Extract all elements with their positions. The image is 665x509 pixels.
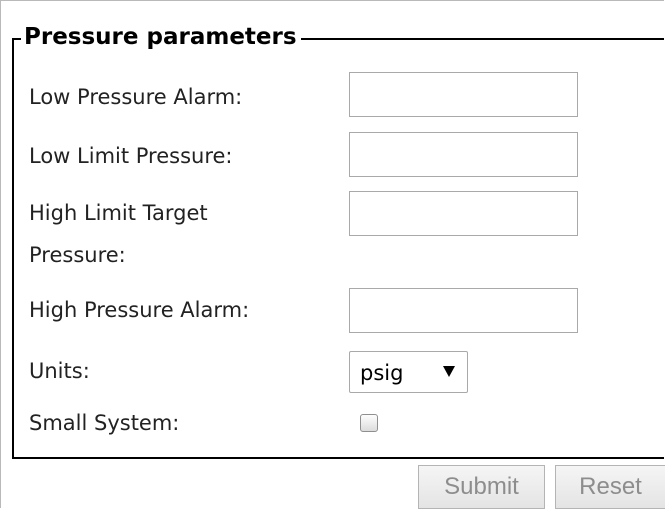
high-limit-target-pressure-label-line2: Pressure:	[29, 243, 126, 267]
units-selected-value: psig	[360, 361, 404, 385]
high-pressure-alarm-input[interactable]	[349, 288, 578, 333]
high-limit-target-pressure-input[interactable]	[349, 191, 578, 236]
low-pressure-alarm-label: Low Pressure Alarm:	[29, 85, 243, 109]
small-system-label: Small System:	[29, 411, 180, 435]
high-limit-target-pressure-label-line1: High Limit Target	[29, 201, 208, 225]
units-label: Units:	[29, 359, 90, 383]
low-limit-pressure-label: Low Limit Pressure:	[29, 144, 233, 168]
small-system-checkbox[interactable]	[360, 414, 378, 432]
submit-button[interactable]: Submit	[418, 465, 545, 509]
low-pressure-alarm-input[interactable]	[349, 72, 578, 117]
high-pressure-alarm-label: High Pressure Alarm:	[29, 298, 250, 322]
low-limit-pressure-input[interactable]	[349, 132, 578, 177]
units-select[interactable]: psig	[349, 351, 468, 393]
fieldset-legend: Pressure parameters	[21, 20, 301, 54]
reset-button[interactable]: Reset	[555, 465, 665, 509]
chevron-down-icon	[443, 366, 455, 377]
